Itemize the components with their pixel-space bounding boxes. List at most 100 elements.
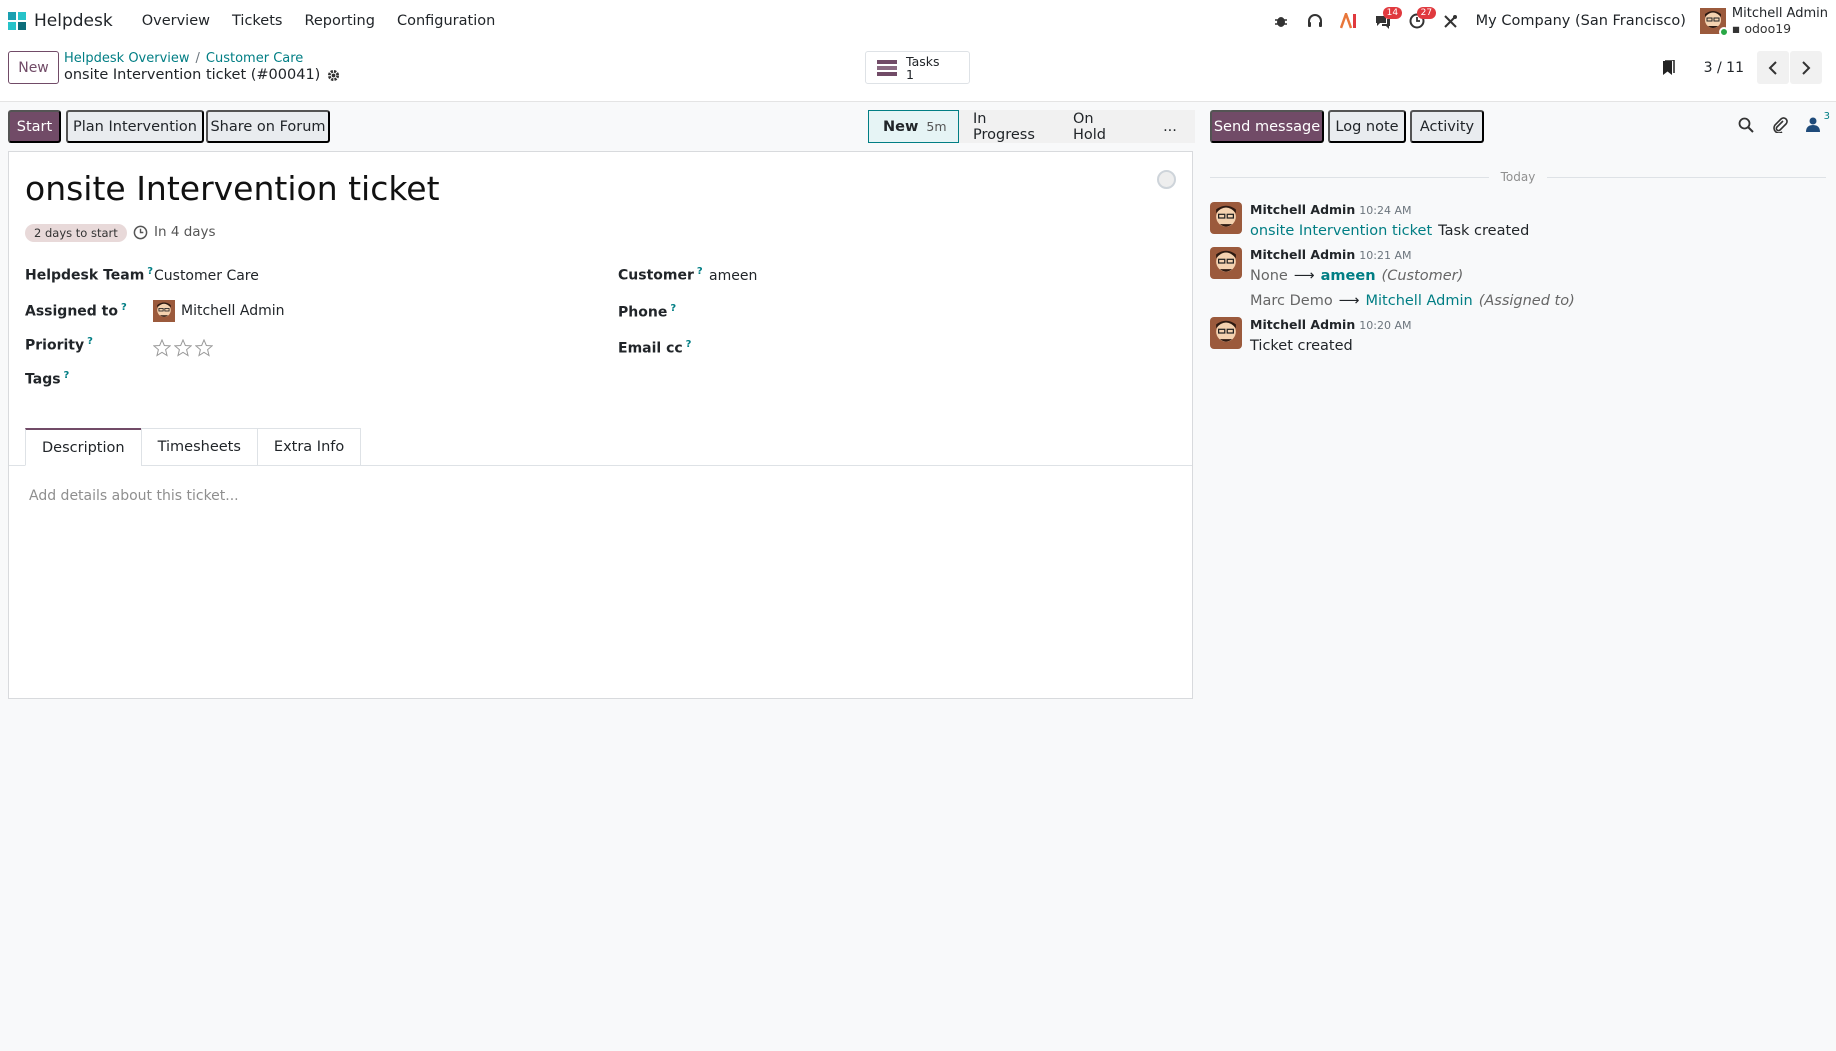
chatter-topbar: Send message Log note Activity 3 <box>1200 103 1836 149</box>
stage-more[interactable]: ... <box>1145 110 1195 143</box>
company-switcher[interactable]: My Company (San Francisco) <box>1476 13 1686 29</box>
tab-description[interactable]: Description <box>25 428 142 466</box>
messages-icon[interactable]: 14 <box>1366 0 1403 42</box>
star-icon[interactable] <box>153 339 171 357</box>
log-note-button[interactable]: Log note <box>1328 110 1406 143</box>
chatter-message: Mitchell Admin 10:20 AM Ticket created <box>1210 317 1411 359</box>
user-menu[interactable]: Mitchell Admin ▪ odoo19 <box>1699 6 1828 37</box>
customer-link[interactable]: ameen <box>1321 264 1376 289</box>
plan-intervention-button[interactable]: Plan Intervention <box>66 110 204 143</box>
notebook-tabs: Description Timesheets Extra Info <box>25 428 362 466</box>
chatter: Send message Log note Activity 3 Today M… <box>1200 103 1836 1051</box>
message-time: 10:24 AM <box>1359 204 1412 217</box>
breadcrumb: Helpdesk Overview / Customer Care <box>64 51 304 66</box>
tab-extra-info[interactable]: Extra Info <box>256 428 362 466</box>
chatter-message: Mitchell Admin 10:24 AM onsite Interventi… <box>1210 202 1529 244</box>
stage-on-hold[interactable]: On Hold <box>1059 110 1145 143</box>
pager-next-button[interactable] <box>1790 51 1822 84</box>
priority-label: Priority? <box>25 336 93 354</box>
form-sheet: onsite Intervention ticket 2 days to sta… <box>8 151 1193 699</box>
arrow-right-icon: ⟶ <box>1293 268 1315 284</box>
help-tooltip-icon[interactable]: ? <box>87 336 93 347</box>
stage-in-progress[interactable]: In Progress <box>959 110 1059 143</box>
gear-icon[interactable] <box>327 69 340 82</box>
activity-button[interactable]: Activity <box>1410 110 1484 143</box>
avatar[interactable] <box>1210 202 1242 234</box>
email-cc-label: Email cc? <box>618 339 692 357</box>
menu-configuration[interactable]: Configuration <box>386 13 506 29</box>
help-tooltip-icon[interactable]: ? <box>147 266 153 277</box>
priority-stars <box>153 339 213 357</box>
assignee-link[interactable]: Mitchell Admin <box>1366 289 1473 314</box>
bug-icon[interactable] <box>1264 0 1298 42</box>
breadcrumb-customer-care[interactable]: Customer Care <box>206 51 303 66</box>
helpdesk-team-field[interactable]: Customer Care <box>154 268 259 284</box>
chevron-left-icon <box>1768 60 1777 75</box>
avatar[interactable] <box>1210 317 1242 349</box>
start-button[interactable]: Start <box>8 110 61 143</box>
followers-count: 3 <box>1823 111 1830 122</box>
tab-timesheets[interactable]: Timesheets <box>140 428 258 466</box>
clock-icon <box>133 225 148 239</box>
pager: 3 / 11 <box>1654 51 1822 84</box>
menu-tickets[interactable]: Tickets <box>221 13 293 29</box>
app-brand[interactable]: Helpdesk <box>6 10 113 32</box>
pager-value[interactable]: 3 / 11 <box>1704 60 1744 76</box>
tasks-icon <box>877 59 897 76</box>
database-name: ▪ odoo19 <box>1731 21 1792 36</box>
app-name: Helpdesk <box>34 11 113 31</box>
message-author: Mitchell Admin 10:21 AM <box>1250 247 1412 262</box>
tracking-change: None ⟶ ameen (Customer) <box>1250 264 1575 289</box>
help-tooltip-icon[interactable]: ? <box>64 370 70 381</box>
online-status-icon <box>1718 27 1729 37</box>
assigned-to-field[interactable]: Mitchell Admin <box>153 300 285 322</box>
star-icon[interactable] <box>174 339 192 357</box>
stage-new[interactable]: New 5m <box>868 110 959 143</box>
deadline-text: In 4 days <box>154 224 216 240</box>
record-title-text: onsite Intervention ticket (#00041) <box>64 67 321 83</box>
headset-icon[interactable] <box>1298 0 1332 42</box>
description-editor[interactable]: Add details about this ticket... <box>29 488 239 504</box>
tasks-smart-button[interactable]: Tasks 1 <box>865 51 970 84</box>
record-title: onsite Intervention ticket (#00041) <box>64 67 340 83</box>
tools-icon[interactable] <box>1434 0 1468 42</box>
new-button[interactable]: New <box>8 51 59 84</box>
date-separator: Today <box>1210 170 1826 184</box>
message-text: Task created <box>1438 223 1530 239</box>
customer-label: Customer? <box>618 266 703 284</box>
days-to-start-badge: 2 days to start <box>25 224 127 242</box>
avatar <box>153 300 175 322</box>
systray: 14 27 My Company (San Francisco) Mitchel… <box>1264 0 1828 42</box>
message-text: Ticket created <box>1250 338 1353 354</box>
share-on-forum-button[interactable]: Share on Forum <box>206 110 330 143</box>
search-icon[interactable] <box>1738 117 1754 133</box>
user-icon <box>1806 117 1820 132</box>
paperclip-icon[interactable] <box>1772 117 1788 133</box>
pager-previous-button[interactable] <box>1757 51 1789 84</box>
breadcrumb-helpdesk-overview[interactable]: Helpdesk Overview <box>64 51 190 66</box>
help-tooltip-icon[interactable]: ? <box>670 303 676 314</box>
task-link[interactable]: onsite Intervention ticket <box>1250 219 1432 244</box>
menu-overview[interactable]: Overview <box>131 13 221 29</box>
menu-reporting[interactable]: Reporting <box>293 13 386 29</box>
star-icon[interactable] <box>195 339 213 357</box>
help-tooltip-icon[interactable]: ? <box>121 302 127 313</box>
top-menu: Overview Tickets Reporting Configuration <box>131 13 507 29</box>
send-message-button[interactable]: Send message <box>1210 110 1324 143</box>
help-tooltip-icon[interactable]: ? <box>697 266 703 277</box>
ticket-title[interactable]: onsite Intervention ticket <box>25 169 440 208</box>
activity-clock-icon[interactable]: 27 <box>1400 0 1437 42</box>
avatar[interactable] <box>1210 247 1242 279</box>
sla-deadline: In 4 days <box>133 224 216 240</box>
stage-duration: 5m <box>926 119 947 134</box>
bookmark-icon[interactable] <box>1654 59 1684 76</box>
tasks-count: 1 <box>906 66 914 82</box>
ai-icon[interactable] <box>1332 0 1366 42</box>
kanban-state-icon[interactable] <box>1157 170 1176 189</box>
help-tooltip-icon[interactable]: ? <box>686 339 692 350</box>
chatter-message: Mitchell Admin 10:21 AM None ⟶ ameen (Custom… <box>1210 247 1575 314</box>
stage-bar: New 5m In Progress On Hold ... <box>868 110 1195 143</box>
form-statusbar: Start Plan Intervention Share on Forum N… <box>0 103 1200 149</box>
followers-icon[interactable]: 3 <box>1806 111 1830 133</box>
customer-field[interactable]: ameen <box>709 268 757 284</box>
